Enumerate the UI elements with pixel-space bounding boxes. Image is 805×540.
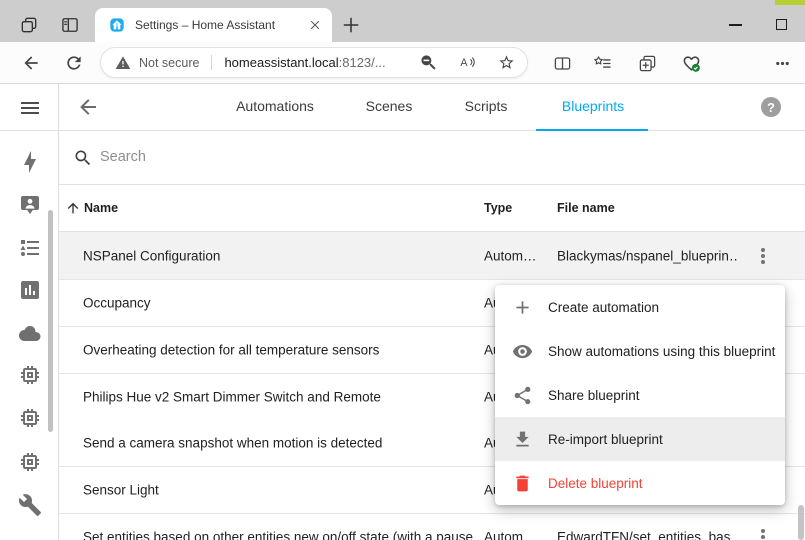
chip-icon <box>18 450 42 474</box>
cloud-icon <box>18 321 42 345</box>
browser-toolbar: Not secure homeassistant.local:8123/... … <box>0 42 805 84</box>
plus-icon <box>512 297 533 318</box>
tab-actions-icon[interactable] <box>19 15 39 35</box>
chip-icon <box>18 406 42 430</box>
table-header: Name Type File name <box>59 185 805 232</box>
row-name: Occupancy <box>83 296 151 311</box>
chart-box-icon <box>18 278 42 302</box>
tab-title: Settings – Home Assistant <box>135 18 306 32</box>
help-icon[interactable]: ? <box>761 97 781 117</box>
window-maximize-icon[interactable] <box>776 19 787 30</box>
row-name: Send a camera snapshot when motion is de… <box>83 436 382 451</box>
row-name: Set entities based on other entities new… <box>83 530 473 540</box>
url-host[interactable]: homeassistant.local <box>224 55 338 70</box>
tab-blueprints[interactable]: Blueprints <box>562 98 624 114</box>
refresh-icon[interactable] <box>64 53 84 73</box>
home-assistant-favicon-icon <box>109 17 125 33</box>
screen: Settings – Home Assistant Not secure hom… <box>0 0 805 540</box>
row-type: Autom… <box>484 248 537 263</box>
read-aloud-icon[interactable]: A <box>459 54 476 71</box>
bulleted-list-icon <box>18 236 42 260</box>
download-icon <box>512 429 533 450</box>
trash-icon <box>512 473 533 494</box>
new-tab-icon[interactable] <box>341 15 361 35</box>
menu-item-label: Show automations using this blueprint <box>548 344 775 359</box>
menu-item-reimport-blueprint[interactable]: Re-import blueprint <box>495 417 785 461</box>
menu-item-label: Re-import blueprint <box>548 432 663 447</box>
column-header-file[interactable]: File name <box>557 201 615 215</box>
sidebar-item-device-3[interactable] <box>18 450 42 474</box>
favorites-icon[interactable] <box>593 54 613 74</box>
share-icon <box>512 385 533 406</box>
eye-icon <box>512 341 533 362</box>
svg-text:A: A <box>460 57 468 69</box>
row-name: Sensor Light <box>83 483 159 498</box>
security-label[interactable]: Not secure <box>139 56 199 70</box>
person-badge-icon <box>18 193 42 217</box>
address-bar[interactable]: Not secure homeassistant.local:8123/... … <box>100 47 528 78</box>
sidebar-item-energy[interactable] <box>18 150 42 174</box>
menu-item-label: Delete blueprint <box>548 476 643 491</box>
favorite-star-icon[interactable] <box>498 54 515 71</box>
menu-hamburger-icon[interactable] <box>18 96 42 120</box>
back-icon[interactable] <box>21 53 41 73</box>
menu-item-delete-blueprint[interactable]: Delete blueprint <box>495 461 785 505</box>
tab-groups-icon[interactable] <box>638 54 658 74</box>
menu-item-share-blueprint[interactable]: Share blueprint <box>495 373 785 417</box>
tab-close-icon[interactable] <box>306 16 324 34</box>
column-header-type[interactable]: Type <box>484 201 512 215</box>
blueprint-context-menu: Create automation Show automations using… <box>495 285 785 505</box>
search-bar <box>59 131 805 185</box>
row-name: Philips Hue v2 Smart Dimmer Switch and R… <box>83 390 381 405</box>
wrench-icon <box>18 493 42 517</box>
chip-icon <box>18 363 42 387</box>
tab-scripts[interactable]: Scripts <box>465 98 508 114</box>
page-scrollbar[interactable] <box>798 505 804 540</box>
column-header-name[interactable]: Name <box>84 201 118 215</box>
vertical-tabs-icon[interactable] <box>60 15 80 35</box>
sidebar-item-tools[interactable] <box>18 493 42 517</box>
table-row[interactable]: Set entities based on other entities new… <box>59 514 805 540</box>
row-file: EdwardTFN/set_entities_bas… <box>557 530 737 540</box>
menu-item-label: Create automation <box>548 300 659 315</box>
divider <box>211 55 212 70</box>
not-secure-warning-icon <box>115 55 131 71</box>
sidebar-item-history[interactable] <box>18 278 42 302</box>
search-icon <box>73 148 93 168</box>
sidebar <box>0 84 59 540</box>
sidebar-item-person-badge[interactable] <box>18 193 42 217</box>
search-input[interactable] <box>100 145 700 169</box>
sidebar-item-device-1[interactable] <box>18 363 42 387</box>
divider <box>0 130 59 131</box>
zoom-out-icon[interactable] <box>420 54 437 71</box>
sidebar-item-lists[interactable] <box>18 236 42 260</box>
tab-automations[interactable]: Automations <box>236 98 314 114</box>
browser-tab[interactable]: Settings – Home Assistant <box>95 8 332 42</box>
row-file: Blackymas/nspanel_blueprin… <box>557 248 737 263</box>
row-name: NSPanel Configuration <box>83 248 220 263</box>
url-path[interactable]: :8123/... <box>339 55 386 70</box>
menu-item-show-automations[interactable]: Show automations using this blueprint <box>495 329 785 373</box>
sidebar-item-cloud[interactable] <box>18 321 42 345</box>
sidebar-scrollbar[interactable] <box>48 210 53 432</box>
tab-scenes[interactable]: Scenes <box>366 98 413 114</box>
menu-item-label: Share blueprint <box>548 388 640 403</box>
row-overflow-menu-icon[interactable] <box>751 525 775 540</box>
settings-header: Automations Scenes Scripts Blueprints ? <box>59 84 805 131</box>
sort-ascending-icon[interactable] <box>65 200 81 216</box>
split-screen-icon[interactable] <box>553 54 573 74</box>
row-name: Overheating detection for all temperatur… <box>83 343 379 358</box>
browser-settings-more-icon[interactable] <box>773 54 793 74</box>
sidebar-item-device-2[interactable] <box>18 406 42 430</box>
screen-edge-strip <box>775 0 805 5</box>
back-arrow-icon[interactable] <box>76 95 100 119</box>
table-row[interactable]: NSPanel Configuration Autom… Blackymas/n… <box>59 232 805 280</box>
browser-essentials-icon[interactable] <box>682 54 702 74</box>
window-minimize-icon[interactable] <box>729 24 742 26</box>
row-overflow-menu-icon[interactable] <box>751 244 775 268</box>
lightning-bolt-icon <box>18 150 42 174</box>
menu-item-create-automation[interactable]: Create automation <box>495 285 785 329</box>
row-type: Autom… <box>484 530 537 540</box>
browser-titlebar: Settings – Home Assistant <box>0 0 805 42</box>
